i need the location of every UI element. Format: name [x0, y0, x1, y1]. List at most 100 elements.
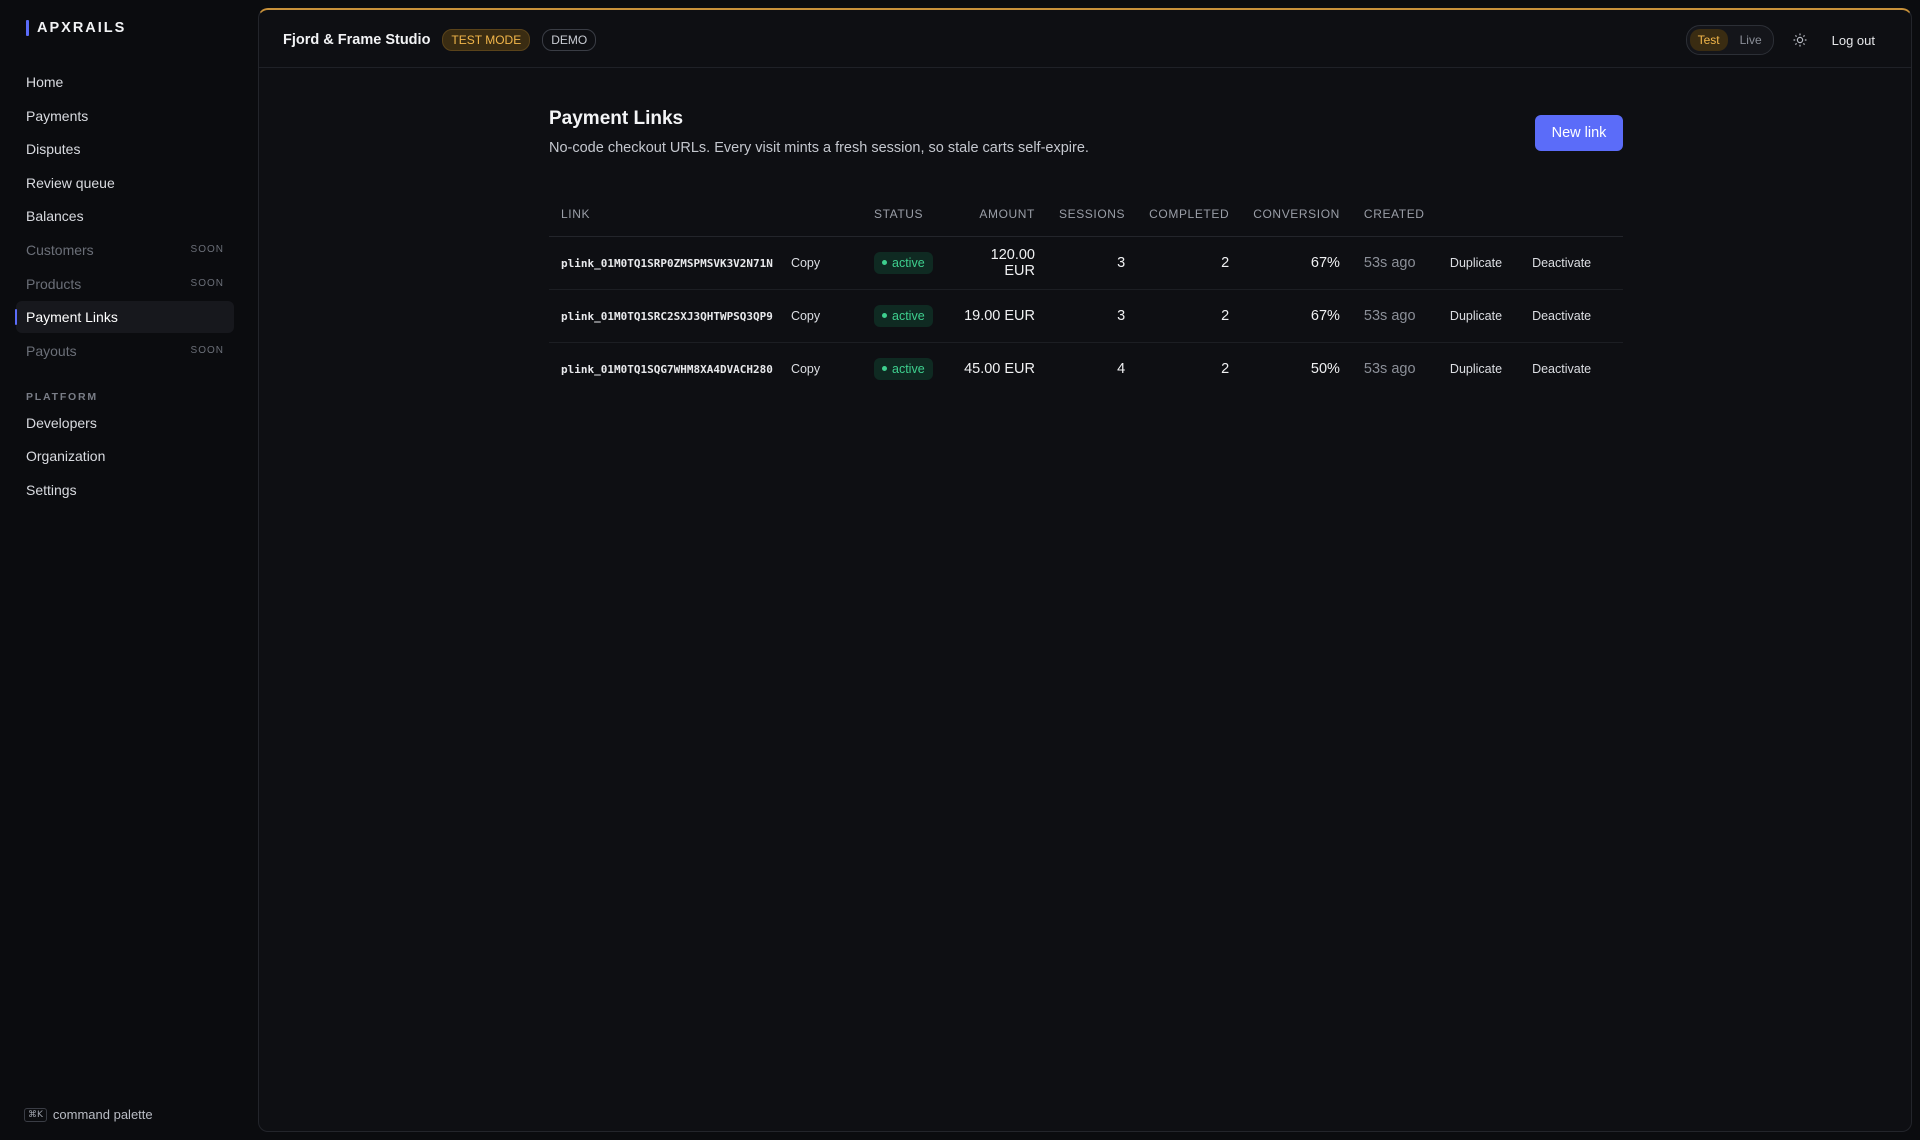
status-label: active: [892, 361, 925, 376]
sidebar-item-balances[interactable]: Balances: [16, 200, 234, 232]
completed-cell: 2: [1137, 289, 1242, 343]
link-id: plink_01M0TQ1SQG7WHM8XA4DVACH280: [561, 362, 773, 376]
amount-cell: 19.00 EUR: [949, 289, 1047, 343]
main-panel: Fjord & Frame Studio TEST MODE DEMO Test…: [258, 8, 1912, 1132]
sidebar-item-review-queue[interactable]: Review queue: [16, 167, 234, 199]
sidebar-item-label: Balances: [26, 208, 84, 225]
amount-cell: 45.00 EUR: [964, 360, 1035, 377]
status-label: active: [892, 255, 925, 270]
link-cell: plink_01M0TQ1SRC2SXJ3QHTWPSQ3QP9 Copy: [549, 289, 862, 343]
sidebar-item-label: Settings: [26, 481, 77, 498]
table-row: plink_01M0TQ1SRP0ZMSPMSVK3V2N71N Copy ac…: [549, 236, 1623, 290]
link-cell: plink_01M0TQ1SQG7WHM8XA4DVACH280 Copy: [549, 342, 862, 395]
copy-button[interactable]: Copy: [791, 362, 820, 376]
sidebar-item-label: Payment Links: [26, 309, 118, 326]
sidebar-item-label: Developers: [26, 414, 97, 431]
amount-cell: 120.00 EUR: [949, 236, 1047, 290]
column-header-sessions: SESSIONS: [1047, 192, 1138, 237]
sidebar: APXRAILS Home Payments Disputes Review q…: [0, 0, 258, 1140]
top-actions: Test Live Log out: [1685, 25, 1881, 55]
sun-icon[interactable]: [1790, 30, 1810, 50]
page-content: Payment Links No-code checkout URLs. Eve…: [549, 108, 1623, 380]
column-header-amount: AMOUNT: [949, 192, 1047, 237]
completed-cell: 2: [1137, 236, 1242, 290]
link-id: plink_01M0TQ1SRC2SXJ3QHTWPSQ3QP9: [561, 309, 773, 323]
conversion-cell: 67%: [1241, 236, 1352, 290]
status-cell: active: [862, 342, 949, 395]
sidebar-item-label: Payments: [26, 107, 89, 124]
soon-badge: SOON: [190, 244, 224, 256]
sidebar-item-label: Customers: [26, 241, 94, 258]
conversion-cell: 67%: [1241, 289, 1352, 343]
table-row: plink_01M0TQ1SRC2SXJ3QHTWPSQ3QP9 Copy ac…: [549, 289, 1623, 343]
created-cell: 53s ago: [1351, 289, 1438, 343]
sidebar-item-label: Payouts: [26, 342, 77, 359]
sidebar-item-settings[interactable]: Settings: [16, 474, 234, 506]
sidebar-item-home[interactable]: Home: [16, 66, 234, 98]
logout-button[interactable]: Log out: [1826, 29, 1881, 52]
page-subtitle: No-code checkout URLs. Every visit mints…: [549, 140, 1089, 156]
duplicate-button[interactable]: Duplicate: [1450, 256, 1502, 270]
column-header-conversion: CONVERSION: [1241, 192, 1352, 237]
command-key: ⌘K: [24, 1107, 47, 1122]
column-header-link: LINK: [549, 192, 862, 237]
deactivate-button[interactable]: Deactivate: [1532, 362, 1591, 376]
sidebar-section-platform: PLATFORM: [26, 390, 98, 403]
copy-button[interactable]: Copy: [791, 256, 820, 270]
demo-badge: DEMO: [542, 29, 597, 51]
mode-test-option[interactable]: Test: [1689, 29, 1728, 51]
command-palette-label: command palette: [52, 1107, 153, 1122]
soon-badge: SOON: [190, 278, 224, 290]
sidebar-item-payment-links[interactable]: Payment Links: [15, 301, 234, 334]
brand-mark-icon: [26, 20, 29, 36]
org-header: Fjord & Frame Studio TEST MODE DEMO: [283, 29, 597, 51]
new-link-button[interactable]: New link: [1535, 115, 1623, 151]
sessions-cell: 3: [1047, 289, 1138, 343]
sidebar-item-products: Products SOON: [16, 268, 234, 300]
link-id: plink_01M0TQ1SRP0ZMSPMSVK3V2N71N: [561, 256, 773, 270]
soon-badge: SOON: [190, 345, 224, 357]
deactivate-button[interactable]: Deactivate: [1532, 256, 1591, 270]
sidebar-item-developers[interactable]: Developers: [16, 407, 234, 439]
status-label: active: [892, 308, 925, 323]
test-mode-badge: TEST MODE: [442, 29, 531, 51]
status-badge: active: [874, 304, 933, 327]
sidebar-item-label: Home: [26, 74, 64, 90]
column-header-actions: [1437, 192, 1623, 237]
mode-toggle[interactable]: Test Live: [1685, 25, 1774, 55]
column-header-created: CREATED: [1351, 192, 1438, 237]
deactivate-button[interactable]: Deactivate: [1532, 309, 1591, 323]
sidebar-item-label: Disputes: [26, 141, 81, 158]
column-header-completed: COMPLETED: [1137, 192, 1242, 237]
duplicate-button[interactable]: Duplicate: [1450, 362, 1502, 376]
sidebar-item-organization[interactable]: Organization: [16, 440, 234, 472]
actions-cell: Duplicate Deactivate: [1437, 236, 1623, 290]
status-cell: active: [862, 236, 949, 290]
link-cell: plink_01M0TQ1SRP0ZMSPMSVK3V2N71N Copy: [549, 236, 862, 290]
org-name: Fjord & Frame Studio: [283, 32, 431, 48]
brand-logo[interactable]: APXRAILS: [26, 20, 126, 36]
sidebar-item-payouts: Payouts SOON: [16, 335, 234, 367]
created-cell: 53s ago: [1363, 360, 1416, 377]
status-dot-icon: [882, 260, 887, 265]
command-palette-hint[interactable]: ⌘K command palette: [24, 1107, 153, 1122]
sidebar-item-label: Organization: [26, 448, 106, 465]
sessions-cell: 3: [1047, 236, 1138, 290]
status-badge: active: [874, 357, 933, 380]
sidebar-item-disputes[interactable]: Disputes: [16, 133, 234, 165]
table-header-row: LINK STATUS AMOUNT SESSIONS COMPLETED CO…: [549, 192, 1623, 237]
sidebar-item-label: Review queue: [26, 174, 115, 191]
copy-button[interactable]: Copy: [791, 309, 820, 323]
sessions-cell: 4: [1117, 360, 1126, 377]
page-title: Payment Links: [549, 108, 684, 129]
conversion-cell: 50%: [1310, 360, 1340, 377]
table-row: plink_01M0TQ1SQG7WHM8XA4DVACH280 Copy ac…: [549, 342, 1623, 395]
column-header-status: STATUS: [862, 192, 949, 237]
mode-live-option[interactable]: Live: [1732, 29, 1770, 51]
status-cell: active: [862, 289, 949, 343]
sidebar-item-payments[interactable]: Payments: [16, 100, 234, 132]
actions-cell: Duplicate Deactivate: [1437, 289, 1623, 343]
sidebar-item-label: Products: [26, 275, 82, 292]
sidebar-nav: Home Payments Disputes Review queue Bala…: [15, 66, 234, 508]
duplicate-button[interactable]: Duplicate: [1450, 309, 1502, 323]
